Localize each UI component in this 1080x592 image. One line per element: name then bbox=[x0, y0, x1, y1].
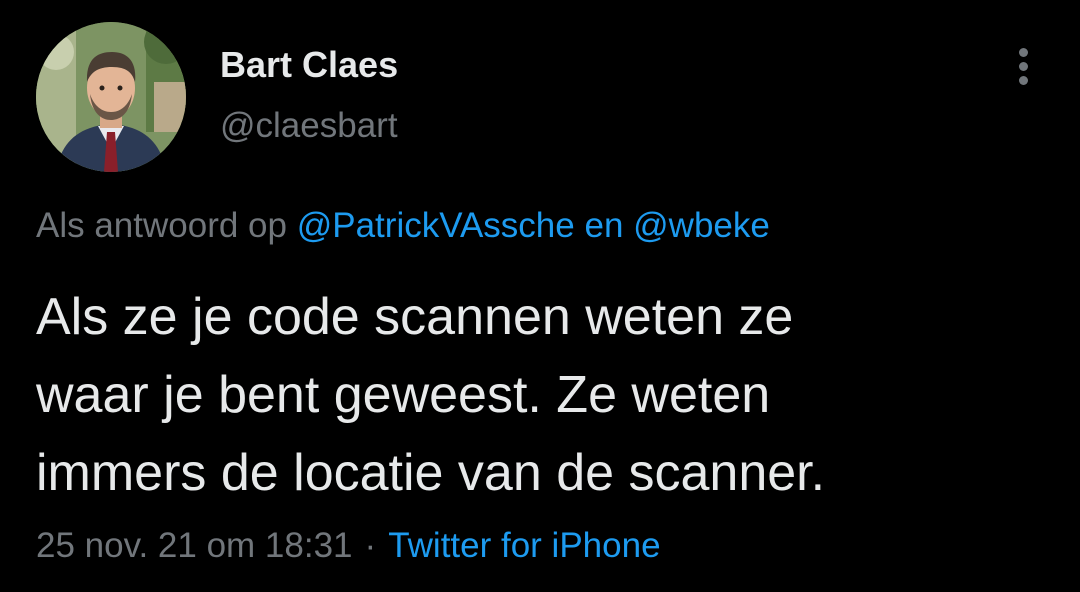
tweet-card: Bart Claes @claesbart Als antwoord op @P… bbox=[0, 0, 1080, 592]
more-vertical-icon-dot bbox=[1019, 76, 1028, 85]
more-options-button[interactable] bbox=[1004, 44, 1044, 90]
more-vertical-icon-dot bbox=[1019, 62, 1028, 71]
more-vertical-icon bbox=[1019, 48, 1028, 57]
reply-prefix: Als antwoord op bbox=[36, 206, 287, 245]
tweet-meta: 25 nov. 21 om 18:31 · Twitter for iPhone bbox=[36, 526, 661, 566]
meta-separator: · bbox=[364, 526, 377, 565]
reply-context: Als antwoord op @PatrickVAssche en @wbek… bbox=[36, 206, 770, 246]
tweet-text: Als ze je code scannen weten ze waar je … bbox=[36, 278, 1046, 512]
tweet-source-link[interactable]: Twitter for iPhone bbox=[388, 526, 660, 565]
author-display-name[interactable]: Bart Claes bbox=[220, 44, 398, 86]
reply-mention-patrickvassche[interactable]: @PatrickVAssche bbox=[297, 206, 575, 245]
avatar-image bbox=[36, 22, 186, 172]
tweet-text-line: immers de locatie van de scanner. bbox=[36, 444, 826, 502]
reply-conjunction: en bbox=[584, 206, 624, 245]
author-handle[interactable]: @claesbart bbox=[220, 106, 398, 146]
tweet-text-line: waar je bent geweest. Ze weten bbox=[36, 366, 771, 424]
tweet-timestamp[interactable]: 25 nov. 21 om 18:31 bbox=[36, 526, 353, 565]
avatar[interactable] bbox=[36, 22, 186, 172]
tweet-text-line: Als ze je code scannen weten ze bbox=[36, 288, 794, 346]
reply-mention-wbeke[interactable]: @wbeke bbox=[633, 206, 770, 245]
